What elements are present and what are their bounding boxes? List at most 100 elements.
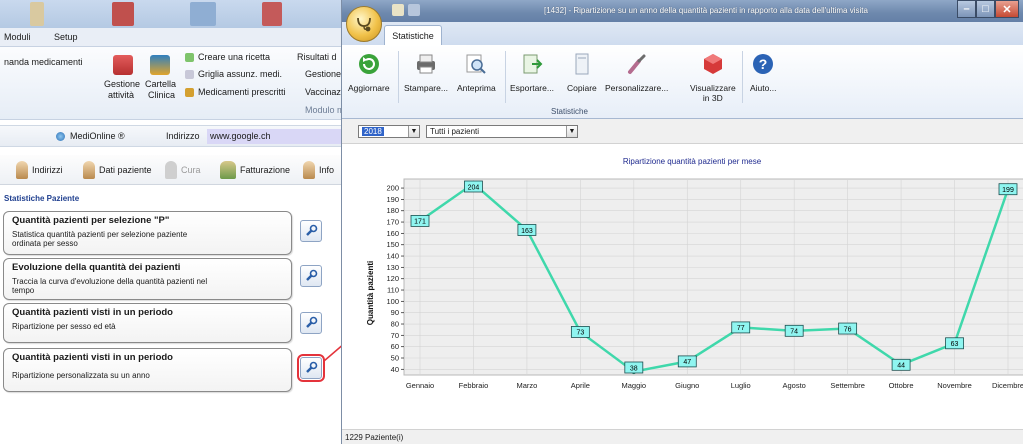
app-name: MediOnline ® [70, 131, 125, 141]
tab-fatturazione[interactable]: Fatturazione [220, 159, 290, 181]
maximize-button[interactable]: □ [976, 0, 995, 18]
status-bar: 1229 Paziente(i) [342, 429, 1023, 444]
magnifier-icon [466, 54, 487, 74]
wrench-icon [306, 269, 318, 281]
x-tick-label: Febbraio [459, 381, 489, 390]
data-label: 204 [468, 184, 480, 191]
menu-setup[interactable]: Setup [54, 32, 78, 42]
x-tick-label: Giugno [675, 381, 699, 390]
chevron-down-icon[interactable]: ▼ [566, 126, 577, 137]
link-gestione[interactable]: Gestione [305, 69, 341, 79]
link-medicamenti[interactable]: Medicamenti prescritti [198, 87, 286, 97]
data-label: 38 [630, 365, 638, 372]
x-tick-label: Dicembre [992, 381, 1023, 390]
stat-card-4: Quantità pazienti visti in un periodo Ri… [3, 348, 292, 392]
menu-moduli[interactable]: Moduli [4, 32, 31, 42]
aiuto-label: Aiuto... [750, 83, 777, 93]
wand-icon [165, 161, 177, 179]
doctor-icon [16, 161, 28, 179]
background-ribbon: nanda medicamenti Gestione attività Cart… [0, 47, 350, 120]
chart-panel: Ripartizione quantità pazienti per mese … [342, 144, 1023, 429]
chevron-down-icon[interactable]: ▼ [408, 126, 419, 137]
link-creare-ricetta[interactable]: Creare una ricetta [198, 52, 270, 62]
cube-3d-icon [703, 54, 722, 74]
y-tick-label: 70 [391, 331, 399, 340]
undo-icon[interactable] [408, 4, 420, 16]
y-tick-label: 200 [386, 184, 399, 193]
cartella-label-1[interactable]: Cartella [145, 79, 176, 89]
link-griglia[interactable]: Griglia assunz. medi. [198, 69, 282, 79]
doctor-icon [83, 161, 95, 179]
year-value: 2018 [362, 127, 384, 136]
tab-label: Fatturazione [240, 165, 291, 175]
svg-text:?: ? [759, 56, 768, 72]
money-icon [220, 161, 236, 179]
calendar-icon [113, 55, 133, 75]
tab-label: Cura [181, 165, 201, 175]
export-icon [523, 54, 543, 74]
refresh-icon [358, 54, 379, 74]
filter-bar: 2018 ▼ Tutti i pazienti ▼ [342, 119, 1023, 144]
stampare-button[interactable]: Stampare... [404, 51, 448, 93]
y-tick-label: 130 [386, 263, 399, 272]
visualizzare-label-1: Visualizzare [690, 83, 736, 93]
minimize-button[interactable]: – [957, 0, 976, 18]
stat-card-2: Evoluzione della quantità dei pazienti T… [3, 258, 292, 300]
tab-statistiche[interactable]: Statistiche [384, 25, 442, 45]
y-tick-label: 160 [386, 229, 399, 238]
copiare-label: Copiare [567, 83, 597, 93]
run-stat-4-button[interactable] [297, 354, 325, 382]
statistics-window: [1432] - Ripartizione su un anno della q… [341, 0, 1023, 444]
ribbon-group-label: Modulo m [305, 105, 345, 115]
card-desc: Ripartizione per sesso ed età [12, 322, 116, 331]
anteprima-button[interactable]: Anteprima [457, 51, 496, 93]
data-label: 44 [897, 363, 905, 370]
gestione-label-1[interactable]: Gestione [104, 79, 140, 89]
run-stat-1-button[interactable] [300, 220, 322, 242]
tab-label: Info [319, 165, 335, 175]
help-icon: ? [753, 54, 774, 74]
stat-card-1: Quantità pazienti per selezione "P" Stat… [3, 211, 292, 255]
personalizzare-button[interactable]: Personalizzare... [605, 51, 668, 93]
close-button[interactable]: ✕ [995, 0, 1019, 18]
cartella-label-2[interactable]: Clinica [148, 90, 175, 100]
tab-indirizzi[interactable]: Indirizzi [16, 159, 63, 181]
aggiornare-button[interactable]: Aggiornare [348, 51, 390, 93]
year-select[interactable]: 2018 ▼ [358, 125, 420, 138]
patients-select[interactable]: Tutti i pazienti ▼ [426, 125, 578, 138]
x-tick-label: Agosto [783, 381, 806, 390]
aiuto-button[interactable]: ? Aiuto... [750, 51, 776, 93]
visualizzare-3d-button[interactable]: Visualizzare in 3D [690, 51, 736, 103]
y-tick-label: 80 [391, 320, 399, 329]
address-input[interactable]: www.google.ch [207, 129, 350, 144]
folder-icon [150, 55, 170, 75]
prescription-icon [185, 53, 194, 62]
pill-icon [185, 88, 194, 97]
x-tick-label: Maggio [622, 381, 647, 390]
wrench-icon [306, 361, 318, 373]
tab-cura[interactable]: Cura [165, 159, 201, 181]
run-stat-2-button[interactable] [300, 265, 322, 287]
y-tick-label: 140 [386, 252, 399, 261]
window-titlebar[interactable]: [1432] - Ripartizione su un anno della q… [342, 0, 1023, 22]
app-menu-button[interactable] [346, 6, 382, 42]
tab-info[interactable]: Info [303, 159, 334, 181]
tab-label: Indirizzi [32, 165, 63, 175]
tab-dati-paziente[interactable]: Dati paziente [83, 159, 152, 181]
link-risultati[interactable]: Risultati d [297, 52, 337, 62]
save-icon[interactable] [392, 4, 404, 16]
stampare-label: Stampare... [404, 83, 448, 93]
chart-title: Ripartizione quantità pazienti per mese [623, 157, 762, 166]
copiare-button[interactable]: Copiare [567, 51, 597, 93]
esportare-button[interactable]: Esportare... [510, 51, 554, 93]
run-stat-3-button[interactable] [300, 312, 322, 334]
esportare-label: Esportare... [510, 83, 554, 93]
x-tick-label: Ottobre [889, 381, 914, 390]
gestione-label-2[interactable]: attività [108, 90, 134, 100]
aggiornare-label: Aggiornare [348, 83, 390, 93]
stat-card-3: Quantità pazienti visti in un periodo Ri… [3, 303, 292, 343]
data-label: 63 [951, 341, 959, 348]
card-desc: Statistica quantità pazienti per selezio… [12, 230, 188, 248]
window-title: [1432] - Ripartizione su un anno della q… [544, 6, 868, 15]
link-vaccinazioni[interactable]: Vaccinazi [305, 87, 343, 97]
